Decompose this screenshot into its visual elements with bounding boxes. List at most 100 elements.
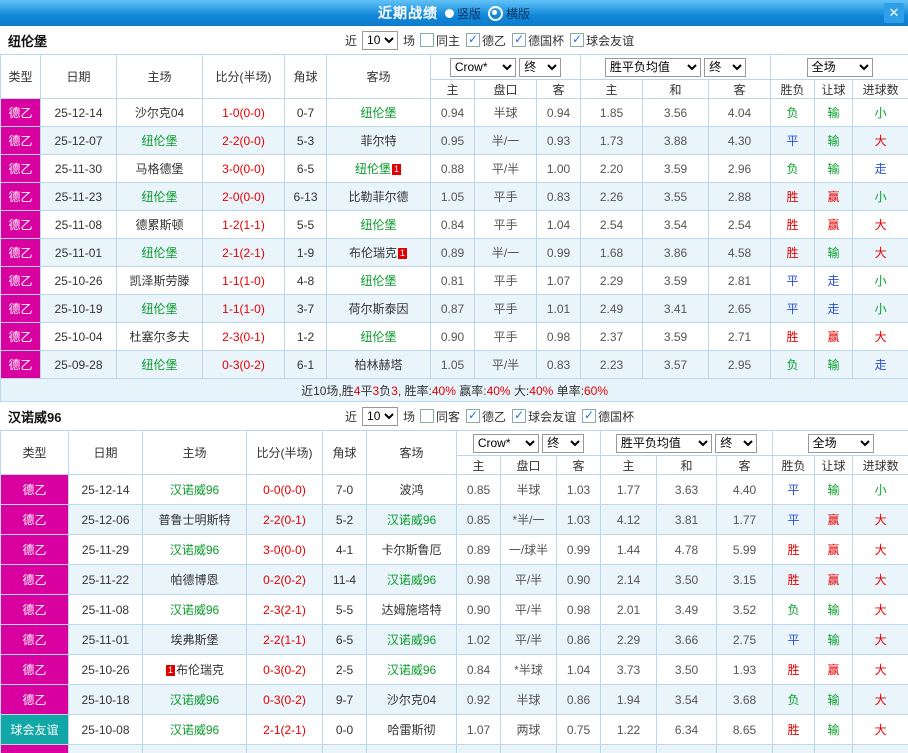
odds-provider-select[interactable]: Crow* [472,433,539,453]
team-link[interactable]: 纽伦堡 [141,358,177,372]
team-link[interactable]: 纽伦堡 [360,106,396,120]
team-link[interactable]: 埃弗斯堡 [170,633,218,647]
euro-draw-odds: 3.86 [642,238,710,267]
europe-odds-select[interactable]: 胜平负均值 [604,57,701,77]
filter-checkbox[interactable]: ✓ 德国杯 [582,408,634,425]
filter-checkbox[interactable]: ✓ 德乙 [466,408,506,425]
team-link[interactable]: 波鸿 [399,483,423,497]
filter-checkbox[interactable]: ✓ 球会友谊 [512,408,576,425]
team-link[interactable]: 汉诺威96 [170,543,219,557]
score-cell[interactable]: 0-0(0-0) [246,474,323,505]
team-link[interactable]: 布伦瑞克 [349,246,397,260]
handicap-line: 平手 [474,294,537,323]
layout-radio-horizontal[interactable]: 横版 [488,5,530,22]
team-link[interactable]: 柏林赫塔 [354,358,402,372]
score-cell[interactable]: 0-3(0-2) [202,350,285,379]
score-cell[interactable]: 1-1(1-0) [202,266,285,295]
team-link[interactable]: 汉诺威96 [387,513,436,527]
team-link[interactable]: 杜塞尔多夫 [129,330,189,344]
handicap-away-odds: 1.04 [555,654,602,685]
score-cell[interactable]: 3-0(0-0) [246,534,323,565]
team-link[interactable]: 沙尔克04 [387,693,436,707]
scope-select[interactable]: 全场 [806,57,873,77]
filter-checkbox[interactable]: ✓ 球会友谊 [570,32,634,49]
score-cell[interactable]: 1-0(0-0) [202,98,285,127]
score-cell[interactable]: 3-0(0-0) [202,154,285,183]
score-cell[interactable]: 1-1(1-0) [202,294,285,323]
odds-state-select[interactable]: 终 [519,57,562,77]
team-link[interactable]: 汉诺威96 [387,663,436,677]
home-team-cell: 汉诺威96 [142,684,247,715]
team-link[interactable]: 汉诺威96 [170,483,219,497]
score-cell[interactable]: 2-2(0-1) [246,504,323,535]
layout-radio-vertical[interactable]: 竖版 [444,5,481,22]
score-cell[interactable]: 2-0(0-0) [202,182,285,211]
euro-away-odds: 2.65 [708,294,772,323]
team-link[interactable]: 哈雷斯彻 [387,723,435,737]
team-link[interactable]: 比勒菲尔德 [348,190,408,204]
team-link[interactable]: 荷尔斯泰因 [348,302,408,316]
filter-checkbox[interactable]: ✓ 德乙 [466,32,506,49]
filter-checkbox[interactable]: 同主 [420,32,460,49]
team-link[interactable]: 纽伦堡 [355,162,391,176]
euro-home-odds: 2.49 [580,294,644,323]
scope-select[interactable]: 全场 [807,433,874,453]
score-cell[interactable]: 2-1(2-1) [246,714,323,745]
team-link[interactable]: 纽伦堡 [141,246,177,260]
team-link[interactable]: 德累斯顿 [135,218,183,232]
col-away: 客场 [326,54,431,99]
score-cell[interactable]: 1-2(1-1) [202,210,285,239]
team-link[interactable]: 卡尔斯鲁厄 [381,543,441,557]
team-link[interactable]: 达姆施塔特 [381,603,441,617]
recent-count-select[interactable]: 10 [362,30,399,50]
result-handicap: 输 [814,714,854,745]
date-cell: 25-11-30 [40,154,117,183]
team-link[interactable]: 纽伦堡 [141,134,177,148]
filter-checkbox[interactable]: 同客 [420,408,460,425]
euro-home-odds: 4.12 [600,504,658,535]
result-wdl: 负 [770,350,816,379]
team-link[interactable]: 菲尔特 [360,134,396,148]
team-link[interactable]: 马格德堡 [135,162,183,176]
score-cell[interactable]: 2-3(0-1) [202,322,285,351]
summary-segment: 近10场,胜 [301,383,354,398]
handicap-away-odds: 0.98 [555,594,602,625]
score-cell[interactable]: 2-2(1-1) [246,744,323,753]
match-type-cell: 德乙 [0,182,41,211]
team-link[interactable]: 纽伦堡 [360,218,396,232]
team-link[interactable]: 沙尔克04 [135,106,184,120]
result-goals: 大 [852,238,908,267]
odds-state-select[interactable]: 终 [542,433,585,453]
odds-provider-select[interactable]: Crow* [449,57,516,77]
euro-away-odds: 2.88 [708,182,772,211]
score-cell[interactable]: 2-2(1-1) [246,624,323,655]
score-cell[interactable]: 2-3(2-1) [246,594,323,625]
team-link[interactable]: 汉诺威96 [387,573,436,587]
team-link[interactable]: 帕德博恩 [170,573,218,587]
score-cell[interactable]: 0-3(0-2) [246,654,323,685]
score-cell[interactable]: 2-1(2-1) [202,238,285,267]
team-link[interactable]: 汉诺威96 [170,723,219,737]
team-link[interactable]: 汉诺威96 [387,633,436,647]
result-handicap: 输 [814,126,854,155]
europe-state-select[interactable]: 终 [715,433,758,453]
team-link[interactable]: 纽伦堡 [360,274,396,288]
score-cell[interactable]: 0-2(0-2) [246,564,323,595]
team-link[interactable]: 布伦瑞克 [176,663,224,677]
team-link[interactable]: 凯泽斯劳滕 [129,274,189,288]
recent-count-select[interactable]: 10 [362,406,399,426]
team-link[interactable]: 汉诺威96 [170,693,219,707]
team-link[interactable]: 普鲁士明斯特 [158,513,230,527]
team-link[interactable]: 纽伦堡 [360,330,396,344]
team-link[interactable]: 纽伦堡 [141,190,177,204]
team-link[interactable]: 纽伦堡 [141,302,177,316]
team-link[interactable]: 汉诺威96 [170,603,219,617]
filter-checkbox[interactable]: ✓ 德国杯 [512,32,564,49]
close-icon[interactable]: ✕ [884,3,904,23]
handicap-home-odds: 0.89 [456,534,501,565]
europe-state-select[interactable]: 终 [704,57,747,77]
result-wdl: 平 [770,294,816,323]
europe-odds-select[interactable]: 胜平负均值 [615,433,712,453]
score-cell[interactable]: 0-3(0-2) [246,684,323,715]
score-cell[interactable]: 2-2(0-0) [202,126,285,155]
